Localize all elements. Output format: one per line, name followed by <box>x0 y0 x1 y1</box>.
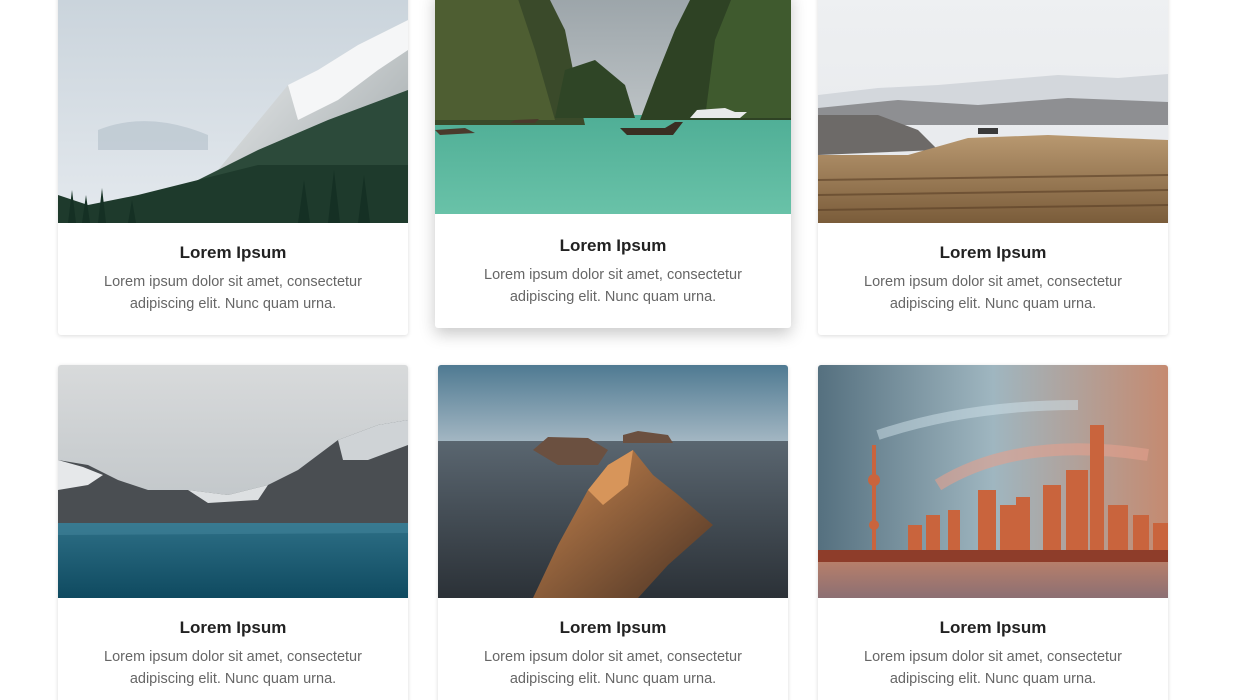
card[interactable]: Lorem Ipsum Lorem ipsum dolor sit amet, … <box>435 0 791 328</box>
card[interactable]: Lorem Ipsum Lorem ipsum dolor sit amet, … <box>818 365 1168 700</box>
plains-snowy-hills-image <box>818 0 1168 223</box>
mountain-forest-image <box>58 0 408 223</box>
mountain-lake-image <box>58 365 408 598</box>
card-text: Lorem ipsum dolor sit amet, consectetur … <box>104 274 362 312</box>
card-text: Lorem ipsum dolor sit amet, consectetur … <box>104 649 362 687</box>
card[interactable]: Lorem Ipsum Lorem ipsum dolor sit amet, … <box>58 365 408 700</box>
card[interactable]: Lorem Ipsum Lorem ipsum dolor sit amet, … <box>818 0 1168 335</box>
tropical-bay-boats-image <box>435 0 791 214</box>
coastal-cliffs-sunset-image <box>438 365 788 598</box>
card-title: Lorem Ipsum <box>559 236 667 255</box>
card-title: Lorem Ipsum <box>179 243 287 262</box>
card-title: Lorem Ipsum <box>559 618 667 637</box>
city-skyline-sunset-image <box>818 365 1168 598</box>
card[interactable]: Lorem Ipsum Lorem ipsum dolor sit amet, … <box>58 0 408 335</box>
card-text: Lorem ipsum dolor sit amet, consectetur … <box>484 267 742 305</box>
card-title: Lorem Ipsum <box>939 618 1047 637</box>
card-title: Lorem Ipsum <box>939 243 1047 262</box>
card-text: Lorem ipsum dolor sit amet, consectetur … <box>864 274 1122 312</box>
card-text: Lorem ipsum dolor sit amet, consectetur … <box>864 649 1122 687</box>
card-title: Lorem Ipsum <box>179 618 287 637</box>
card[interactable]: Lorem Ipsum Lorem ipsum dolor sit amet, … <box>438 365 788 700</box>
card-grid: Lorem Ipsum Lorem ipsum dolor sit amet, … <box>0 0 1260 700</box>
card-text: Lorem ipsum dolor sit amet, consectetur … <box>484 649 742 687</box>
